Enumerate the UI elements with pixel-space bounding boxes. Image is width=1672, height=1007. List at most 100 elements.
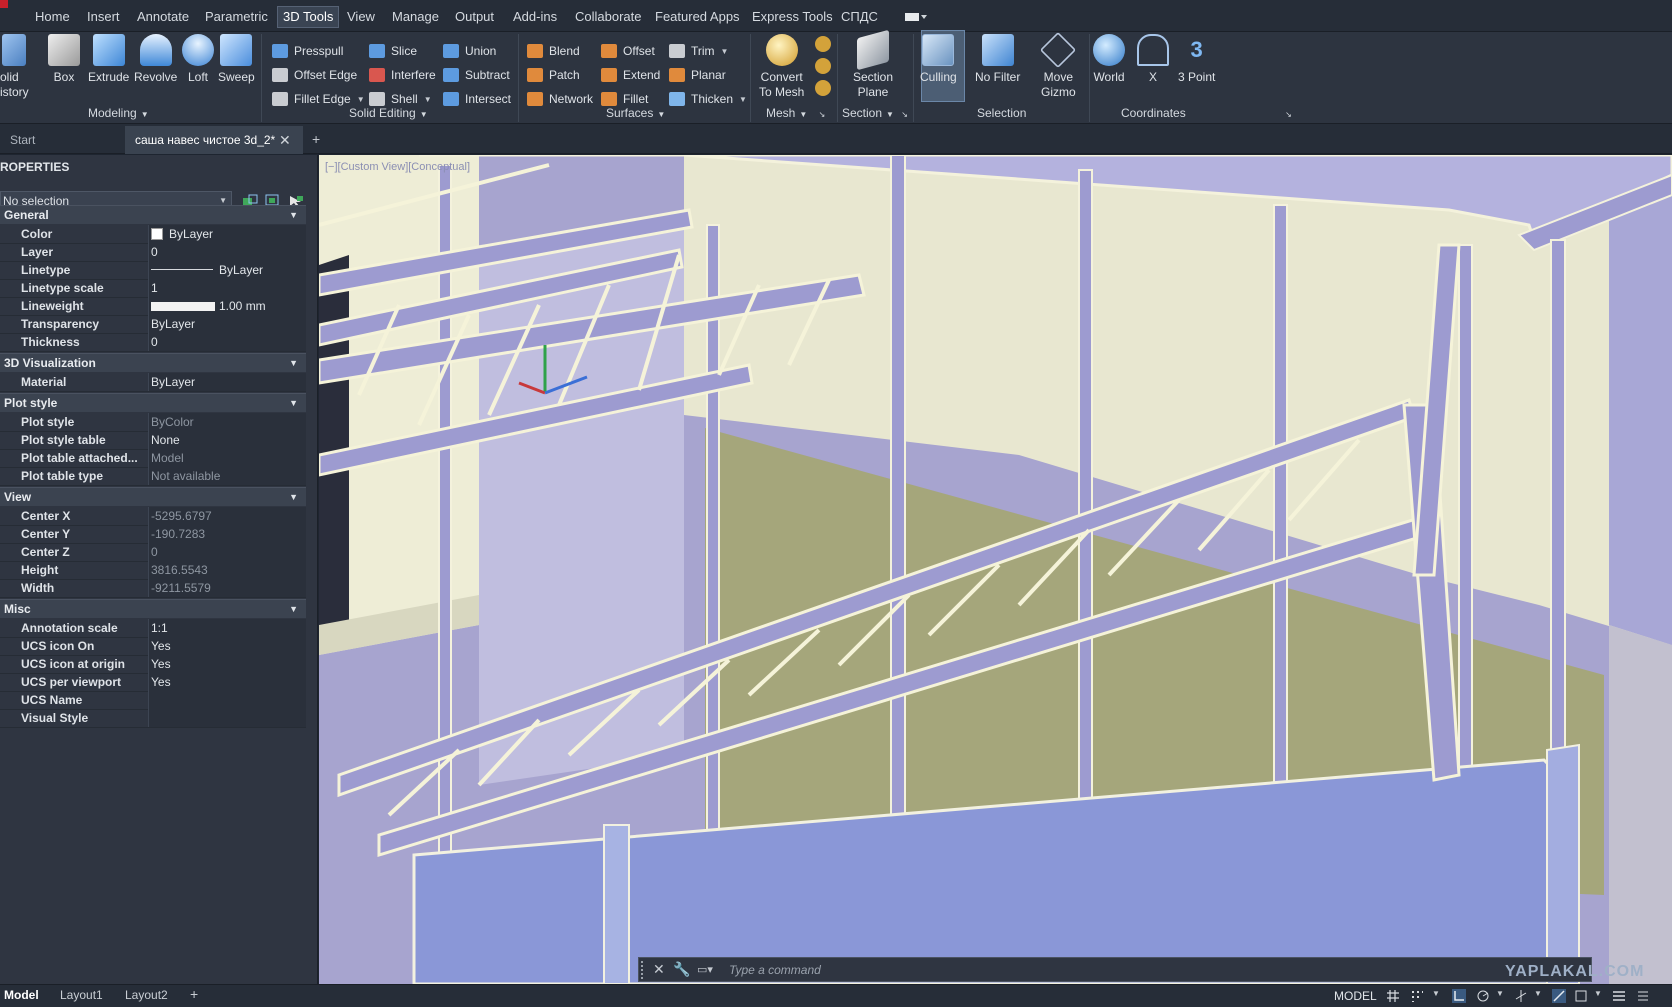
property-row[interactable]: Center X -5295.6797: [0, 507, 306, 526]
property-value[interactable]: -5295.6797: [148, 507, 306, 525]
property-row[interactable]: Plot table attached... Model: [0, 449, 306, 468]
property-row[interactable]: Layer 0: [0, 243, 306, 262]
tab-model[interactable]: Model: [4, 988, 39, 1002]
surfaces-panel-title[interactable]: Surfaces ▼: [606, 106, 665, 120]
convert-to-mesh-button[interactable]: Convert To Mesh: [759, 32, 804, 100]
tab-annotate[interactable]: Annotate: [137, 9, 189, 24]
property-value[interactable]: 1:1: [148, 619, 306, 637]
property-value[interactable]: ByColor: [148, 413, 306, 431]
tab-3d-tools[interactable]: 3D Tools: [277, 6, 340, 28]
customization-icon[interactable]: [1636, 989, 1650, 1003]
union-button[interactable]: Union: [443, 40, 496, 62]
property-row[interactable]: Width -9211.5579: [0, 579, 306, 598]
snap-icon[interactable]: [1410, 989, 1424, 1003]
property-row[interactable]: Visual Style: [0, 709, 306, 728]
network-button[interactable]: Network: [527, 88, 593, 110]
property-value[interactable]: 1: [148, 279, 306, 297]
tab-manage[interactable]: Manage: [392, 9, 439, 24]
property-row[interactable]: Thickness 0: [0, 333, 306, 352]
chevron-down-icon[interactable]: ▼: [1534, 989, 1548, 1003]
ortho-icon[interactable]: [1452, 989, 1466, 1003]
section-plane-button[interactable]: Section Plane: [853, 29, 893, 100]
property-row[interactable]: UCS icon at origin Yes: [0, 655, 306, 674]
property-value[interactable]: 0: [148, 333, 306, 351]
close-icon[interactable]: ✕: [653, 961, 665, 978]
property-row[interactable]: Height 3816.5543: [0, 561, 306, 580]
collapse-arrow-icon[interactable]: ▼: [289, 600, 298, 618]
app-logo[interactable]: [0, 0, 8, 8]
object-snap-tracking-icon[interactable]: [1552, 989, 1566, 1003]
tab-express-tools[interactable]: Express Tools: [752, 9, 833, 24]
section-header-general[interactable]: General ▼: [0, 205, 306, 224]
property-value[interactable]: 1.00 mm: [148, 297, 306, 315]
property-value[interactable]: Not available: [148, 467, 306, 485]
property-value[interactable]: Yes: [148, 637, 306, 655]
solid-editing-panel-title[interactable]: Solid Editing ▼: [349, 106, 428, 120]
tab-output[interactable]: Output: [455, 9, 494, 24]
tab-collaborate[interactable]: Collaborate: [575, 9, 642, 24]
collapse-arrow-icon[interactable]: ▼: [289, 488, 298, 506]
mesh-crease-icon[interactable]: [815, 80, 831, 96]
x-ucs-button[interactable]: X: [1137, 32, 1169, 85]
offset-edge-button[interactable]: Offset Edge: [272, 64, 357, 86]
move-gizmo-button[interactable]: Move Gizmo: [1040, 31, 1077, 100]
viewport-label[interactable]: [−][Custom View][Conceptual]: [325, 161, 470, 173]
culling-button[interactable]: Culling: [920, 32, 957, 85]
property-value[interactable]: -9211.5579: [148, 579, 306, 597]
section-panel-title[interactable]: Section ▼ ↘: [842, 106, 908, 120]
drag-handle[interactable]: [641, 961, 647, 979]
property-value[interactable]: None: [148, 431, 306, 449]
mesh-smooth-icon[interactable]: [815, 36, 831, 52]
property-value[interactable]: 0: [148, 243, 306, 261]
property-value[interactable]: 0: [148, 543, 306, 561]
box-button[interactable]: Box: [48, 32, 80, 85]
offset-button[interactable]: Offset: [601, 40, 655, 62]
recent-commands-icon[interactable]: ▭▾: [697, 963, 713, 976]
property-value[interactable]: ByLayer: [148, 315, 306, 333]
lineweight-icon[interactable]: [1612, 989, 1626, 1003]
property-value[interactable]: ByLayer: [148, 225, 306, 243]
intersect-button[interactable]: Intersect: [443, 88, 511, 110]
isodraft-icon[interactable]: [1514, 989, 1528, 1003]
property-value[interactable]: Yes: [148, 673, 306, 691]
model-space-toggle[interactable]: MODEL: [1334, 989, 1377, 1003]
tab-insert[interactable]: Insert: [87, 9, 120, 24]
close-icon[interactable]: ✕: [279, 126, 291, 154]
modeling-panel-title[interactable]: Modeling ▼: [88, 106, 149, 120]
property-row[interactable]: Transparency ByLayer: [0, 315, 306, 334]
planar-button[interactable]: Planar: [669, 64, 726, 86]
tab-featured-apps[interactable]: Featured Apps: [655, 9, 740, 24]
blend-button[interactable]: Blend: [527, 40, 580, 62]
add-layout-icon[interactable]: +: [190, 986, 198, 1002]
chevron-down-icon[interactable]: ▼: [1594, 989, 1608, 1003]
collapse-arrow-icon[interactable]: ▼: [289, 206, 298, 224]
extrude-button[interactable]: Extrude: [88, 32, 129, 85]
section-header-misc[interactable]: Misc ▼: [0, 599, 306, 618]
tab-view[interactable]: View: [347, 9, 375, 24]
trim-button[interactable]: Trim ▼: [669, 40, 728, 62]
property-row[interactable]: Linetype scale 1: [0, 279, 306, 298]
property-value[interactable]: [148, 709, 306, 727]
grid-icon[interactable]: [1386, 989, 1400, 1003]
property-row[interactable]: Center Y -190.7283: [0, 525, 306, 544]
tab-layout1[interactable]: Layout1: [60, 988, 103, 1002]
chevron-down-icon[interactable]: ▼: [1432, 989, 1446, 1003]
interfere-button[interactable]: Interfere: [369, 64, 436, 86]
dialog-launcher-icon[interactable]: ↘: [819, 110, 826, 119]
dialog-launcher-icon[interactable]: ↘: [901, 110, 908, 119]
property-row[interactable]: Plot style table None: [0, 431, 306, 450]
presspull-button[interactable]: Presspull: [272, 40, 343, 62]
world-ucs-button[interactable]: World: [1093, 32, 1125, 85]
property-row[interactable]: Plot table type Not available: [0, 467, 306, 486]
extend-button[interactable]: Extend: [601, 64, 660, 86]
no-filter-button[interactable]: No Filter: [975, 32, 1020, 85]
tab-spds[interactable]: СПДС: [841, 9, 878, 24]
property-row[interactable]: Color ByLayer: [0, 225, 306, 244]
chevron-down-icon[interactable]: ▼: [1496, 989, 1510, 1003]
solid-history-button[interactable]: olid istory: [0, 32, 29, 100]
property-value[interactable]: ByLayer: [148, 373, 306, 391]
property-row[interactable]: Lineweight 1.00 mm: [0, 297, 306, 316]
slice-button[interactable]: Slice: [369, 40, 417, 62]
property-value[interactable]: ByLayer: [148, 261, 306, 279]
loft-button[interactable]: Loft: [182, 32, 214, 85]
